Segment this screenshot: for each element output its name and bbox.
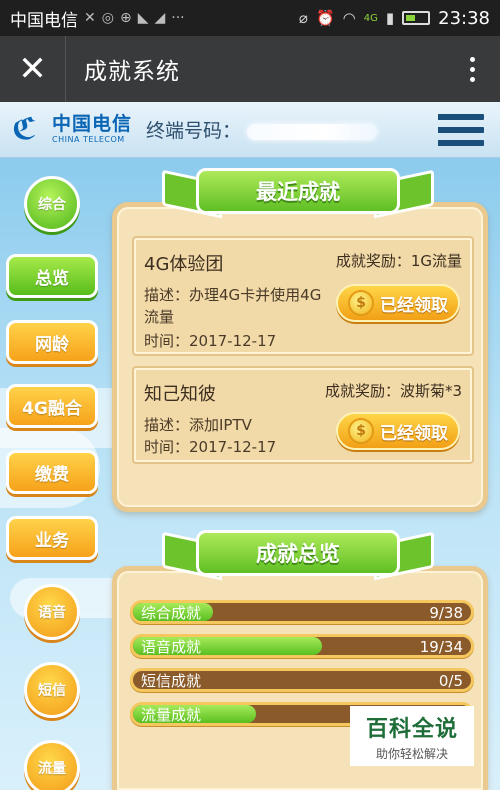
progress-bar: 语音成就 19/34: [130, 634, 474, 658]
menu-list-button[interactable]: [438, 114, 484, 146]
page-title: 成就系统: [84, 59, 180, 85]
achievement-time: 时间：2017-12-17: [144, 332, 277, 350]
more-button[interactable]: [444, 36, 500, 102]
signal-icon: ◣: [137, 10, 149, 26]
list-icon: [438, 114, 484, 120]
nav-tab[interactable]: 综合: [24, 176, 80, 232]
masked-number: [247, 123, 378, 140]
china-telecom-logo: ℭ 中国电信 CHINA TELECOM: [12, 111, 133, 147]
status-bar: 中国电信 ✕ ◎ ⊕ ◣ ◢ ··· ⌀ ⏰ ◠ 4G ▮ 23:38: [0, 0, 500, 36]
watermark-subtitle: 助你轻松解决: [375, 746, 448, 761]
nav-tab[interactable]: 网龄: [6, 320, 98, 364]
battery-icon: [402, 11, 431, 25]
recent-title-ribbon: 最近成就: [162, 162, 434, 220]
achievement-desc: 描述：添加IPTV: [144, 416, 252, 434]
close-button[interactable]: ✕: [0, 36, 66, 102]
progress-bar: 短信成就 0/5: [130, 668, 474, 692]
signal-mute-icon: ✕: [84, 10, 96, 26]
summary-title: 成就总览: [196, 530, 400, 576]
achievement-reward: 成就奖励：1G流量: [335, 252, 462, 270]
logo-text-cn: 中国电信: [52, 113, 133, 135]
carrier-name: 中国电信: [10, 10, 78, 31]
achievement-card: 4G体验团 成就奖励：1G流量 描述：办理4G卡并使用4G流量 时间：2017-…: [132, 236, 474, 356]
achievement-name: 4G体验团: [144, 254, 224, 275]
nav-tab[interactable]: 语音: [24, 584, 80, 640]
wifi-icon: ◠: [342, 9, 356, 27]
app-icon: ⊕: [119, 10, 132, 26]
more-icon: [469, 56, 475, 62]
progress-bar: 综合成就 9/38: [130, 600, 474, 624]
achievement-desc: 描述：办理4G卡并使用4G流量: [144, 286, 322, 326]
achievement-card: 知己知彼 成就奖励：波斯菊*3 描述：添加IPTV 时间：2017-12-17 …: [132, 366, 474, 464]
brand-header: ℭ 中国电信 CHINA TELECOM 终端号码：: [0, 102, 500, 158]
terminal-number: 终端号码：: [146, 116, 378, 143]
achievement-reward: 成就奖励：波斯菊*3: [324, 382, 462, 400]
recent-title: 最近成就: [196, 168, 400, 214]
claimed-button-label: 已经领取: [380, 295, 448, 316]
progress-label: 综合成就: [141, 604, 202, 622]
terminal-label: 终端号码：: [146, 120, 242, 142]
progress-count: 0/5: [438, 672, 463, 690]
achievement-name: 知己知彼: [144, 384, 216, 405]
progress-label: 语音成就: [141, 638, 202, 656]
progress-label: 短信成就: [141, 672, 202, 690]
network-type: 4G: [363, 12, 378, 24]
notification-icon: ◢: [154, 10, 166, 26]
wechat-icon: ◎: [101, 10, 114, 26]
title-bar: ✕ 成就系统: [0, 36, 500, 102]
close-icon: ✕: [18, 49, 47, 89]
claimed-button-label: 已经领取: [380, 423, 448, 444]
telecom-logo-icon: ℭ: [12, 111, 37, 147]
watermark-title: 百科全说: [365, 716, 458, 742]
progress-label: 流量成就: [141, 706, 202, 724]
nav-tab[interactable]: 缴费: [6, 450, 98, 494]
nav-tab[interactable]: 总览: [6, 254, 98, 298]
nav-tab[interactable]: 4G融合: [6, 384, 98, 428]
progress-count: 9/38: [429, 604, 463, 622]
progress-count: 19/34: [419, 638, 463, 656]
logo-text-en: CHINA TELECOM: [52, 135, 125, 144]
claimed-button[interactable]: $ 已经领取: [336, 412, 460, 450]
summary-title-ribbon: 成就总览: [162, 524, 434, 582]
nav-tab[interactable]: 业务: [6, 516, 98, 560]
nav-tab[interactable]: 短信: [24, 662, 80, 718]
achievement-time: 时间：2017-12-17: [144, 438, 277, 456]
overflow-icon: ···: [171, 10, 185, 26]
clock: 23:38: [438, 7, 490, 29]
coin-icon: $: [348, 290, 374, 316]
cell-signal-icon: ▮: [385, 9, 395, 27]
mute-icon: ⌀: [298, 9, 308, 27]
coin-icon: $: [348, 418, 374, 444]
nav-tab[interactable]: 流量: [24, 740, 80, 790]
alarm-icon: ⏰: [315, 9, 335, 27]
claimed-button[interactable]: $ 已经领取: [336, 284, 460, 322]
watermark: 百科全说 助你轻松解决: [350, 706, 474, 766]
